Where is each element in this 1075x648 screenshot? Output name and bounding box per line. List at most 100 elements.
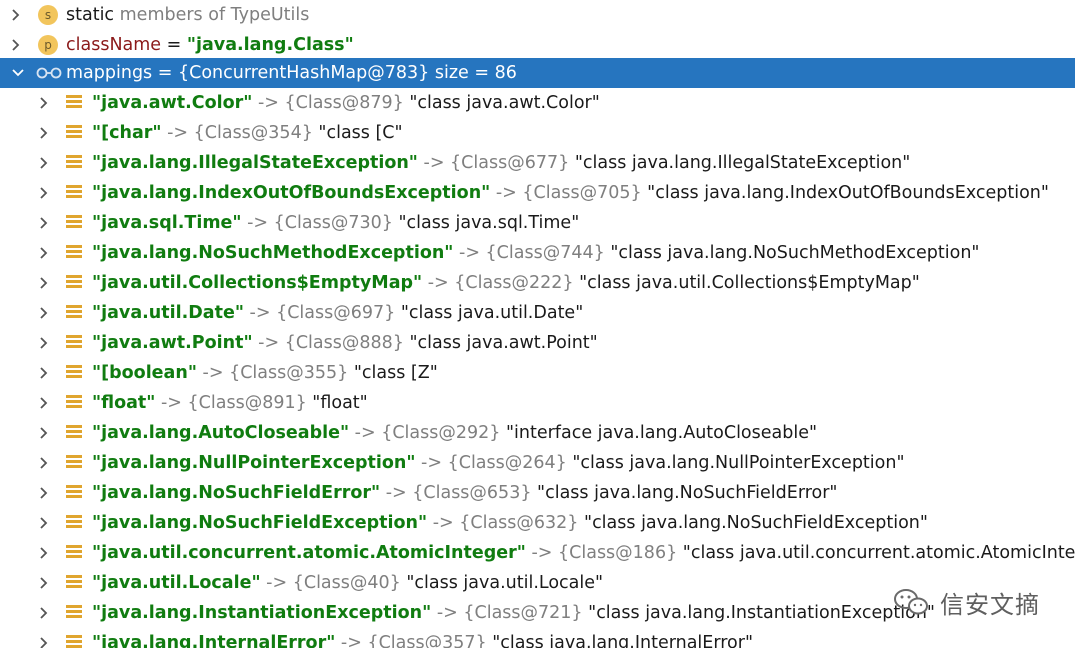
chevron-right-icon[interactable] — [34, 388, 54, 418]
entry-key: "java.sql.Time" — [92, 213, 242, 233]
entry-label: "java.lang.NoSuchFieldException" -> {Cla… — [92, 508, 928, 538]
map-entry-row[interactable]: "float" -> {Class@891} "float" — [0, 388, 1075, 418]
entry-value: "interface java.lang.AutoCloseable" — [500, 423, 818, 443]
chevron-right-icon[interactable] — [6, 30, 26, 60]
entry-value: "class [Z" — [348, 363, 438, 383]
chevron-right-icon[interactable] — [34, 568, 54, 598]
map-entry-row[interactable]: "java.lang.NoSuchMethodException" -> {Cl… — [0, 238, 1075, 268]
entry-value: "class java.lang.IndexOutOfBoundsExcepti… — [641, 183, 1049, 203]
entry-ref: {Class@292} — [381, 423, 501, 443]
watermark: 信安文摘 — [892, 584, 1040, 620]
map-entry-icon — [66, 545, 82, 561]
map-entry-row[interactable]: "java.lang.IllegalStateException" -> {Cl… — [0, 148, 1075, 178]
entry-label: "[boolean" -> {Class@355} "class [Z" — [92, 358, 438, 388]
entry-value: "class java.util.Date" — [395, 303, 584, 323]
chevron-right-icon[interactable] — [34, 298, 54, 328]
chevron-right-icon[interactable] — [34, 208, 54, 238]
entry-label: "java.lang.InternalError" -> {Class@357}… — [92, 628, 753, 648]
entry-value: "class java.awt.Color" — [403, 93, 600, 113]
tree-row-static-members[interactable]: s static members of TypeUtils — [0, 0, 1075, 30]
entry-ref: {Class@677} — [450, 153, 570, 173]
chevron-down-icon[interactable] — [8, 58, 28, 88]
map-entry-icon — [66, 575, 82, 591]
entry-arrow: -> — [260, 573, 293, 593]
entry-value: "class java.lang.InstantiationException" — [582, 603, 935, 623]
map-entry-row[interactable]: "java.sql.Time" -> {Class@730} "class ja… — [0, 208, 1075, 238]
entry-ref: {Class@705} — [522, 183, 642, 203]
map-entry-icon — [66, 635, 82, 648]
chevron-right-icon[interactable] — [34, 628, 54, 648]
chevron-right-icon[interactable] — [34, 118, 54, 148]
entry-key: "java.lang.IllegalStateException" — [92, 153, 418, 173]
map-entry-row[interactable]: "java.lang.AutoCloseable" -> {Class@292}… — [0, 418, 1075, 448]
tree-row-classname[interactable]: p className = "java.lang.Class" — [0, 30, 1075, 60]
chevron-right-icon[interactable] — [34, 328, 54, 358]
entry-ref: {Class@186} — [558, 543, 678, 563]
entry-label: "java.awt.Color" -> {Class@879} "class j… — [92, 88, 600, 118]
entry-arrow: -> — [243, 303, 277, 323]
map-entry-row[interactable]: "java.lang.IndexOutOfBoundsException" ->… — [0, 178, 1075, 208]
chevron-right-icon[interactable] — [34, 478, 54, 508]
map-entry-row[interactable]: "java.lang.NullPointerException" -> {Cla… — [0, 448, 1075, 478]
chevron-right-icon[interactable] — [34, 358, 54, 388]
chevron-right-icon[interactable] — [6, 0, 26, 30]
entry-key: "java.lang.InstantiationException" — [92, 603, 432, 623]
chevron-right-icon[interactable] — [34, 238, 54, 268]
entry-label: "java.lang.InstantiationException" -> {C… — [92, 598, 935, 628]
entry-ref: {Class@888} — [284, 333, 404, 353]
entry-label: "java.lang.NoSuchMethodException" -> {Cl… — [92, 238, 979, 268]
map-entry-icon — [66, 365, 82, 381]
map-entry-row[interactable]: "java.lang.InternalError" -> {Class@357}… — [0, 628, 1075, 648]
entry-key: "java.util.concurrent.atomic.AtomicInteg… — [92, 543, 526, 563]
tree-row-mappings-selected[interactable]: mappings = {ConcurrentHashMap@783} size … — [0, 58, 1075, 88]
entry-value: "class java.util.concurrent.atomic.Atomi… — [677, 543, 1075, 563]
chevron-right-icon[interactable] — [34, 88, 54, 118]
chevron-right-icon[interactable] — [34, 268, 54, 298]
entry-ref: {Class@222} — [454, 273, 574, 293]
field-value: "java.lang.Class" — [186, 35, 354, 55]
map-entry-row[interactable]: "java.lang.NoSuchFieldException" -> {Cla… — [0, 508, 1075, 538]
entry-label: "java.awt.Point" -> {Class@888} "class j… — [92, 328, 598, 358]
map-entry-row[interactable]: "java.util.concurrent.atomic.AtomicInteg… — [0, 538, 1075, 568]
glasses-icon — [36, 58, 62, 88]
entry-arrow: -> — [422, 273, 455, 293]
map-entry-row[interactable]: "[char" -> {Class@354} "class [C" — [0, 118, 1075, 148]
entry-label: "java.lang.NoSuchFieldError" -> {Class@6… — [92, 478, 837, 508]
map-entry-icon — [66, 125, 82, 141]
map-entry-row[interactable]: "java.awt.Point" -> {Class@888} "class j… — [0, 328, 1075, 358]
wechat-logo-icon — [894, 589, 928, 615]
entry-ref: {Class@744} — [485, 243, 605, 263]
entry-arrow: -> — [415, 453, 448, 473]
chevron-right-icon[interactable] — [34, 538, 54, 568]
map-entry-icon — [66, 515, 82, 531]
map-entry-row[interactable]: "[boolean" -> {Class@355} "class [Z" — [0, 358, 1075, 388]
static-keyword: static — [66, 5, 115, 25]
entry-arrow: -> — [241, 213, 274, 233]
entry-arrow: -> — [161, 123, 194, 143]
entry-key: "java.lang.InternalError" — [92, 633, 336, 648]
chevron-right-icon[interactable] — [34, 598, 54, 628]
field-summary: = {ConcurrentHashMap@783} size = 86 — [152, 63, 517, 83]
map-entry-icon — [66, 245, 82, 261]
chevron-right-icon[interactable] — [34, 178, 54, 208]
chevron-right-icon[interactable] — [34, 148, 54, 178]
map-entry-row[interactable]: "java.lang.NoSuchFieldError" -> {Class@6… — [0, 478, 1075, 508]
entry-ref: {Class@653} — [412, 483, 532, 503]
chevron-right-icon[interactable] — [34, 508, 54, 538]
entry-key: "float" — [92, 393, 156, 413]
entry-label: "java.lang.IllegalStateException" -> {Cl… — [92, 148, 910, 178]
map-entry-row[interactable]: "java.awt.Color" -> {Class@879} "class j… — [0, 88, 1075, 118]
map-entry-icon — [66, 485, 82, 501]
entry-arrow: -> — [453, 243, 486, 263]
entry-value: "class java.awt.Point" — [403, 333, 598, 353]
map-entry-row[interactable]: "java.util.Date" -> {Class@697} "class j… — [0, 298, 1075, 328]
entry-key: "java.util.Locale" — [92, 573, 261, 593]
entry-value: "class java.lang.IllegalStateException" — [569, 153, 911, 173]
entry-key: "java.awt.Color" — [92, 93, 253, 113]
map-entry-row[interactable]: "java.util.Collections$EmptyMap" -> {Cla… — [0, 268, 1075, 298]
entry-key: "java.lang.NoSuchFieldException" — [92, 513, 428, 533]
chevron-right-icon[interactable] — [34, 418, 54, 448]
chevron-right-icon[interactable] — [34, 448, 54, 478]
entry-ref: {Class@355} — [229, 363, 349, 383]
entry-ref: {Class@730} — [273, 213, 393, 233]
